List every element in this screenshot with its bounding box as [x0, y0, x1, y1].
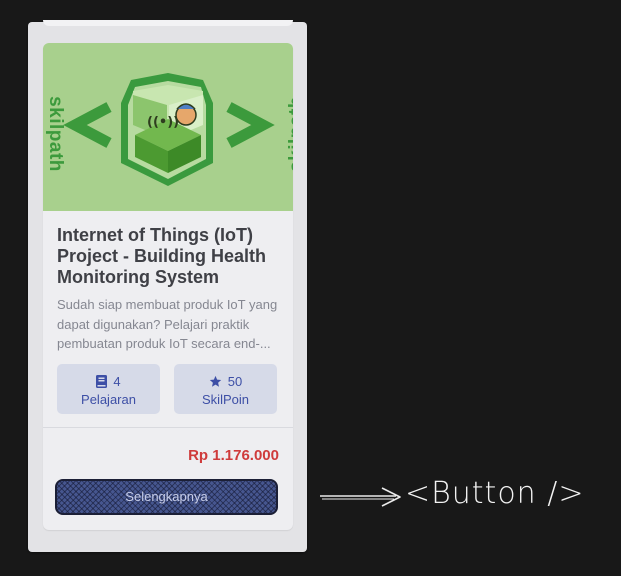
book-icon: [96, 374, 108, 388]
skilpoin-label: SkilPoin: [202, 392, 249, 407]
course-price: Rp 1.176.000: [188, 447, 279, 464]
course-thumbnail: ((•)) skilpath skilpath: [43, 43, 293, 211]
annotation-arrow-icon: [320, 487, 401, 507]
brand-watermark-left: skilpath: [44, 96, 66, 172]
annotation-label: <Button />: [405, 476, 585, 511]
previous-card-edge: [43, 20, 293, 26]
brand-watermark-right: skilpath: [285, 96, 293, 172]
details-button[interactable]: Selengkapnya: [55, 479, 278, 515]
svg-text:((•)): ((•)): [147, 115, 179, 130]
course-description: Sudah siap membuat produk IoT yang dapat…: [57, 297, 278, 351]
lessons-label: Pelajaran: [81, 392, 136, 407]
lessons-count: 4: [113, 373, 121, 389]
skilpoin-stat: 50 SkilPoin: [174, 364, 277, 414]
iot-cube-icon: ((•)): [63, 73, 275, 186]
lessons-stat: 4 Pelajaran: [57, 364, 160, 414]
star-icon: [209, 375, 221, 387]
course-card[interactable]: ((•)) skilpath skilpath Internet of Thin…: [43, 43, 293, 530]
course-title[interactable]: Internet of Things (IoT) Project - Build…: [57, 225, 279, 288]
card-divider: [43, 427, 293, 428]
skilpoin-count: 50: [227, 373, 243, 389]
